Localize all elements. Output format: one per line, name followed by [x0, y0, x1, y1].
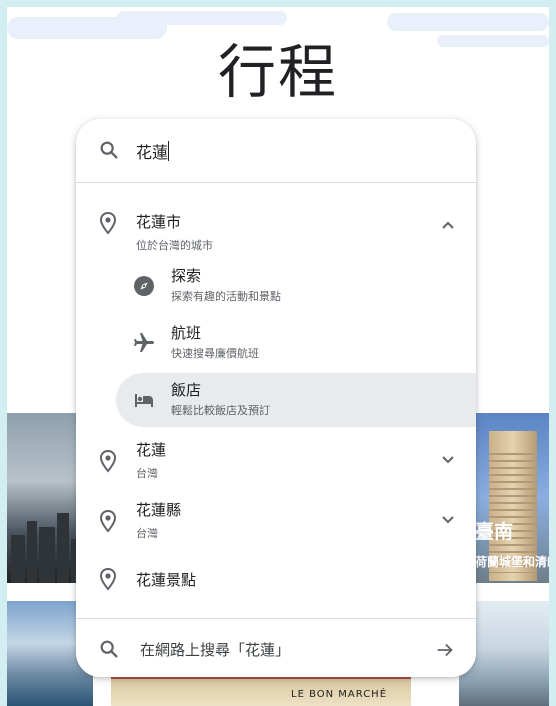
suggestion-title: 花蓮市 [136, 213, 182, 231]
suggestion-hotels[interactable]: 飯店 輕鬆比較飯店及預訂 [116, 373, 476, 427]
suggestion-subtitle: 台灣 [136, 527, 158, 540]
storefront-sign: LE BON MARCHÉ [291, 689, 388, 700]
suggestion-title: 航班 [171, 324, 202, 342]
airplane-icon [132, 331, 156, 359]
suggestion-hualien[interactable]: 花蓮 台灣 [76, 433, 476, 487]
text-cursor [168, 141, 169, 161]
destination-card-image[interactable] [7, 413, 87, 583]
suggestion-subtitle: 位於台灣的城市 [136, 239, 213, 252]
location-pin-icon [98, 567, 118, 595]
search-input[interactable] [136, 138, 436, 164]
suggestion-subtitle: 輕鬆比較飯店及預訂 [171, 404, 270, 417]
suggestion-title: 探索 [171, 267, 202, 285]
chevron-down-icon[interactable] [438, 509, 458, 533]
suggestion-hualien-city[interactable]: 花蓮市 位於台灣的城市 [76, 199, 476, 253]
suggestion-hualien-attractions[interactable]: 花蓮景點 [76, 555, 476, 603]
chevron-up-icon[interactable] [438, 215, 458, 239]
suggestion-explore[interactable]: 探索 探索有趣的活動和景點 [116, 259, 476, 313]
hotel-bed-icon [132, 388, 156, 416]
search-bar[interactable] [76, 119, 476, 183]
suggestion-subtitle: 探索有趣的活動和景點 [171, 290, 281, 303]
destination-card-title: 臺南 [475, 521, 514, 543]
compass-icon [132, 274, 156, 302]
location-pin-icon [98, 509, 118, 537]
search-icon [98, 139, 120, 165]
suggestion-title: 花蓮景點 [136, 571, 197, 589]
cloud-decoration [117, 11, 287, 25]
search-dropdown: 花蓮市 位於台灣的城市 探索 探索有趣的活動和景點 航班 快速搜尋廉價航班 飯 [76, 119, 476, 677]
page-frame: 行程 臺南 荷蘭城堡和清幽 LE BON MARCHÉ 花蓮市 位於 [7, 7, 549, 706]
destination-card-tainan[interactable]: 臺南 荷蘭城堡和清幽 [469, 413, 549, 583]
chevron-down-icon[interactable] [438, 449, 458, 473]
web-search-row[interactable]: 在網路上搜尋「花蓮」 [76, 619, 476, 677]
suggestion-title: 花蓮 [136, 441, 167, 459]
destination-card-subtitle: 荷蘭城堡和清幽 [475, 555, 549, 569]
suggestion-hualien-county[interactable]: 花蓮縣 台灣 [76, 493, 476, 547]
page-title: 行程 [217, 38, 338, 106]
suggestion-title: 花蓮縣 [136, 501, 182, 519]
suggestion-subtitle: 台灣 [136, 467, 158, 480]
location-pin-icon [98, 211, 118, 239]
web-search-label: 在網路上搜尋「花蓮」 [140, 641, 291, 659]
location-pin-icon [98, 449, 118, 477]
arrow-right-icon [434, 639, 456, 665]
search-icon [98, 638, 120, 664]
suggestion-flights[interactable]: 航班 快速搜尋廉價航班 [116, 316, 476, 370]
suggestion-subtitle: 快速搜尋廉價航班 [171, 347, 259, 360]
suggestion-title: 飯店 [171, 381, 202, 399]
